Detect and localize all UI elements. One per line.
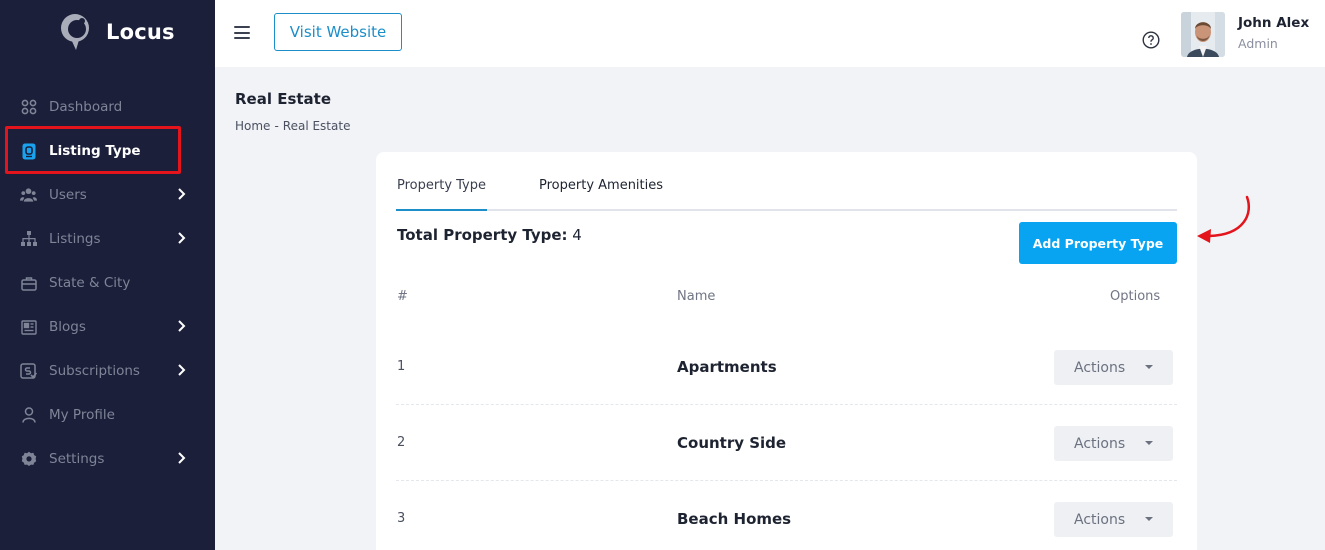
chevron-right-icon bbox=[178, 320, 186, 332]
sidebar-item-label: State & City bbox=[49, 275, 131, 291]
breadcrumb-home-link[interactable]: Home bbox=[235, 119, 270, 133]
sitemap-icon bbox=[20, 231, 37, 248]
actions-dropdown-button[interactable]: Actions bbox=[1054, 350, 1173, 385]
row-name: Apartments bbox=[677, 358, 777, 376]
sidebar-item-label: Listing Type bbox=[49, 143, 141, 159]
row-number: 1 bbox=[397, 359, 406, 374]
row-name: Country Side bbox=[677, 434, 787, 452]
breadcrumb-current: Real Estate bbox=[282, 119, 351, 133]
sidebar-item-label: My Profile bbox=[49, 407, 115, 423]
sidebar-item-listing-type[interactable]: Listing Type bbox=[0, 129, 215, 173]
column-header-name: Name bbox=[677, 289, 716, 304]
caret-down-icon bbox=[1145, 441, 1153, 445]
sidebar-item-my-profile[interactable]: My Profile bbox=[0, 393, 215, 437]
active-tab-indicator bbox=[396, 209, 487, 211]
page-title: Real Estate bbox=[235, 90, 332, 108]
actions-dropdown-button[interactable]: Actions bbox=[1054, 502, 1173, 537]
property-type-card: Property Type Property Amenities Total P… bbox=[376, 152, 1197, 550]
sidebar-item-dashboard[interactable]: Dashboard bbox=[0, 85, 215, 129]
sidebar-item-label: Dashboard bbox=[49, 99, 123, 115]
logo-text: Locus bbox=[106, 20, 175, 44]
breadcrumb: Home - Real Estate bbox=[235, 119, 350, 133]
logo-mark-icon bbox=[58, 12, 94, 52]
add-property-type-button[interactable]: Add Property Type bbox=[1019, 222, 1177, 264]
grid-icon bbox=[20, 99, 37, 116]
sidebar-item-label: Users bbox=[49, 187, 87, 203]
actions-dropdown-button[interactable]: Actions bbox=[1054, 426, 1173, 461]
chevron-right-icon bbox=[178, 188, 186, 200]
total-label: Total Property Type: bbox=[397, 226, 568, 244]
top-header: Visit Website John Alex Admin bbox=[215, 0, 1325, 67]
logo[interactable]: Locus bbox=[58, 12, 175, 52]
sidebar-item-settings[interactable]: Settings bbox=[0, 437, 215, 481]
actions-label: Actions bbox=[1074, 511, 1126, 528]
sidebar-item-label: Listings bbox=[49, 231, 101, 247]
caret-down-icon bbox=[1145, 517, 1153, 521]
table-row: 3 Beach Homes Actions bbox=[396, 481, 1177, 550]
sidebar-item-listings[interactable]: Listings bbox=[0, 217, 215, 261]
tab-property-amenities[interactable]: Property Amenities bbox=[539, 178, 663, 193]
menu-toggle-icon[interactable] bbox=[234, 26, 250, 39]
total-count: Total Property Type: 4 bbox=[397, 226, 582, 244]
tab-bar: Property Type Property Amenities bbox=[396, 152, 1177, 211]
user-icon bbox=[20, 407, 37, 424]
column-header-options: Options bbox=[1110, 289, 1161, 304]
chevron-right-icon bbox=[178, 452, 186, 464]
user-role: Admin bbox=[1238, 36, 1278, 51]
chevron-right-icon bbox=[178, 232, 186, 244]
sidebar-item-state-city[interactable]: State & City bbox=[0, 261, 215, 305]
actions-label: Actions bbox=[1074, 435, 1126, 452]
actions-label: Actions bbox=[1074, 359, 1126, 376]
row-name: Beach Homes bbox=[677, 510, 792, 528]
sidebar: Locus Dashboard Listing Type Users Listi… bbox=[0, 0, 215, 550]
caret-down-icon bbox=[1145, 365, 1153, 369]
table-row: 1 Apartments Actions bbox=[396, 329, 1177, 405]
sidebar-item-label: Blogs bbox=[49, 319, 86, 335]
column-header-number: # bbox=[397, 289, 408, 304]
chevron-right-icon bbox=[178, 364, 186, 376]
users-icon bbox=[20, 187, 37, 204]
sidebar-nav: Dashboard Listing Type Users Listings St… bbox=[0, 85, 215, 481]
gear-icon bbox=[20, 451, 37, 468]
document-icon bbox=[20, 143, 37, 160]
newspaper-icon bbox=[20, 319, 37, 336]
breadcrumb-separator: - bbox=[274, 119, 279, 133]
sidebar-item-blogs[interactable]: Blogs bbox=[0, 305, 215, 349]
sidebar-item-label: Settings bbox=[49, 451, 105, 467]
help-icon[interactable] bbox=[1142, 31, 1160, 49]
sidebar-item-users[interactable]: Users bbox=[0, 173, 215, 217]
annotation-arrow-icon bbox=[1197, 195, 1251, 243]
briefcase-icon bbox=[20, 275, 37, 292]
subscription-icon bbox=[20, 363, 37, 380]
tab-property-type[interactable]: Property Type bbox=[397, 178, 486, 193]
sidebar-item-label: Subscriptions bbox=[49, 363, 140, 379]
sidebar-item-subscriptions[interactable]: Subscriptions bbox=[0, 349, 215, 393]
table-row: 2 Country Side Actions bbox=[396, 405, 1177, 481]
row-number: 2 bbox=[397, 435, 406, 450]
visit-website-button[interactable]: Visit Website bbox=[274, 13, 402, 51]
user-name[interactable]: John Alex bbox=[1238, 15, 1309, 31]
avatar[interactable] bbox=[1181, 12, 1225, 57]
total-value: 4 bbox=[572, 226, 582, 244]
row-number: 3 bbox=[397, 511, 406, 526]
